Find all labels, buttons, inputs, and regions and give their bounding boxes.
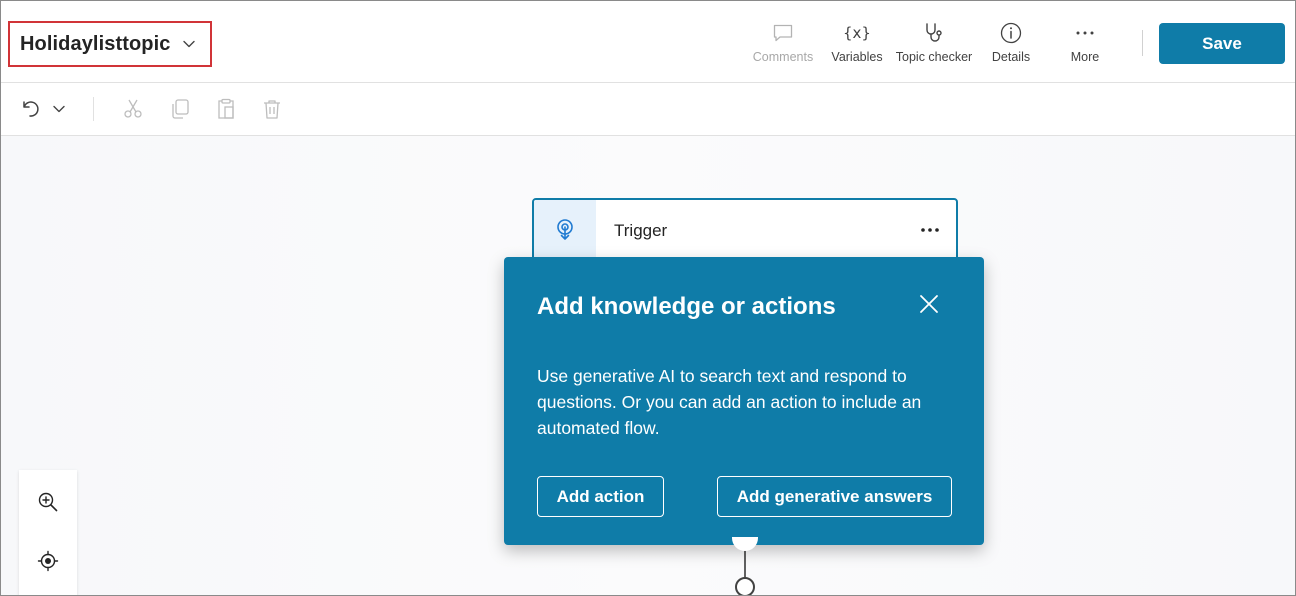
header-divider: [1142, 30, 1143, 56]
zoom-in-icon: [38, 492, 58, 512]
paste-icon: [218, 98, 234, 119]
topic-checker-label: Topic checker: [895, 50, 973, 64]
more-horizontal-icon: [1076, 31, 1094, 35]
chevron-down-icon: [53, 105, 65, 113]
add-generative-answers-button[interactable]: Add generative answers: [717, 476, 952, 517]
trigger-icon-cell: [534, 200, 596, 260]
svg-text:{x}: {x}: [843, 24, 871, 42]
editor-header: Holidaylisttopic Comments {x} Variables: [1, 1, 1295, 83]
stethoscope-icon: [926, 23, 942, 42]
more-label: More: [1070, 50, 1100, 64]
popover-close-button[interactable]: [916, 291, 942, 317]
trigger-icon: [557, 219, 573, 240]
info-icon: [1000, 22, 1022, 44]
edit-toolbar: [1, 83, 1295, 136]
delete-button[interactable]: [259, 96, 285, 122]
details-button[interactable]: Details: [989, 21, 1033, 67]
trigger-label: Trigger: [614, 221, 668, 240]
variables-icon: {x}: [843, 24, 871, 42]
zoom-in-button[interactable]: [35, 489, 61, 515]
topic-editor: Holidaylisttopic Comments {x} Variables: [0, 0, 1296, 596]
undo-button[interactable]: [17, 96, 43, 122]
teaching-popover: Add knowledge or actions Use generative …: [504, 257, 984, 545]
recenter-icon: [37, 550, 59, 572]
add-action-button[interactable]: Add action: [537, 476, 664, 517]
comments-button[interactable]: Comments: [751, 21, 815, 67]
variables-button[interactable]: {x} Variables: [829, 21, 885, 67]
trigger-more-button[interactable]: [918, 218, 942, 242]
close-icon: [920, 295, 938, 313]
chevron-down-icon: [182, 40, 195, 48]
save-button[interactable]: Save: [1159, 23, 1285, 64]
cut-button[interactable]: [120, 96, 146, 122]
delete-icon: [264, 100, 280, 119]
trigger-node[interactable]: Trigger: [532, 198, 958, 262]
topic-title: Holidaylisttopic: [20, 32, 171, 55]
add-node-handle[interactable]: [735, 577, 755, 595]
copy-button[interactable]: [167, 96, 193, 122]
recenter-button[interactable]: [35, 548, 61, 574]
undo-options-button[interactable]: [46, 96, 72, 122]
comments-label: Comments: [752, 50, 814, 64]
popover-title: Add knowledge or actions: [537, 293, 836, 320]
comment-icon: [773, 24, 793, 42]
topic-name-dropdown[interactable]: Holidaylisttopic: [8, 21, 212, 67]
details-label: Details: [991, 50, 1031, 64]
topic-checker-button[interactable]: Topic checker: [894, 21, 974, 67]
undo-icon: [23, 101, 39, 117]
cut-icon: [124, 99, 142, 118]
toolbar-separator: [93, 97, 94, 121]
paste-button[interactable]: [213, 96, 239, 122]
more-button[interactable]: More: [1063, 21, 1107, 67]
zoom-controls: [19, 470, 77, 595]
variables-label: Variables: [831, 50, 883, 64]
popover-body: Use generative AI to search text and res…: [537, 366, 922, 438]
more-horizontal-icon: [921, 228, 939, 232]
copy-icon: [172, 99, 189, 119]
